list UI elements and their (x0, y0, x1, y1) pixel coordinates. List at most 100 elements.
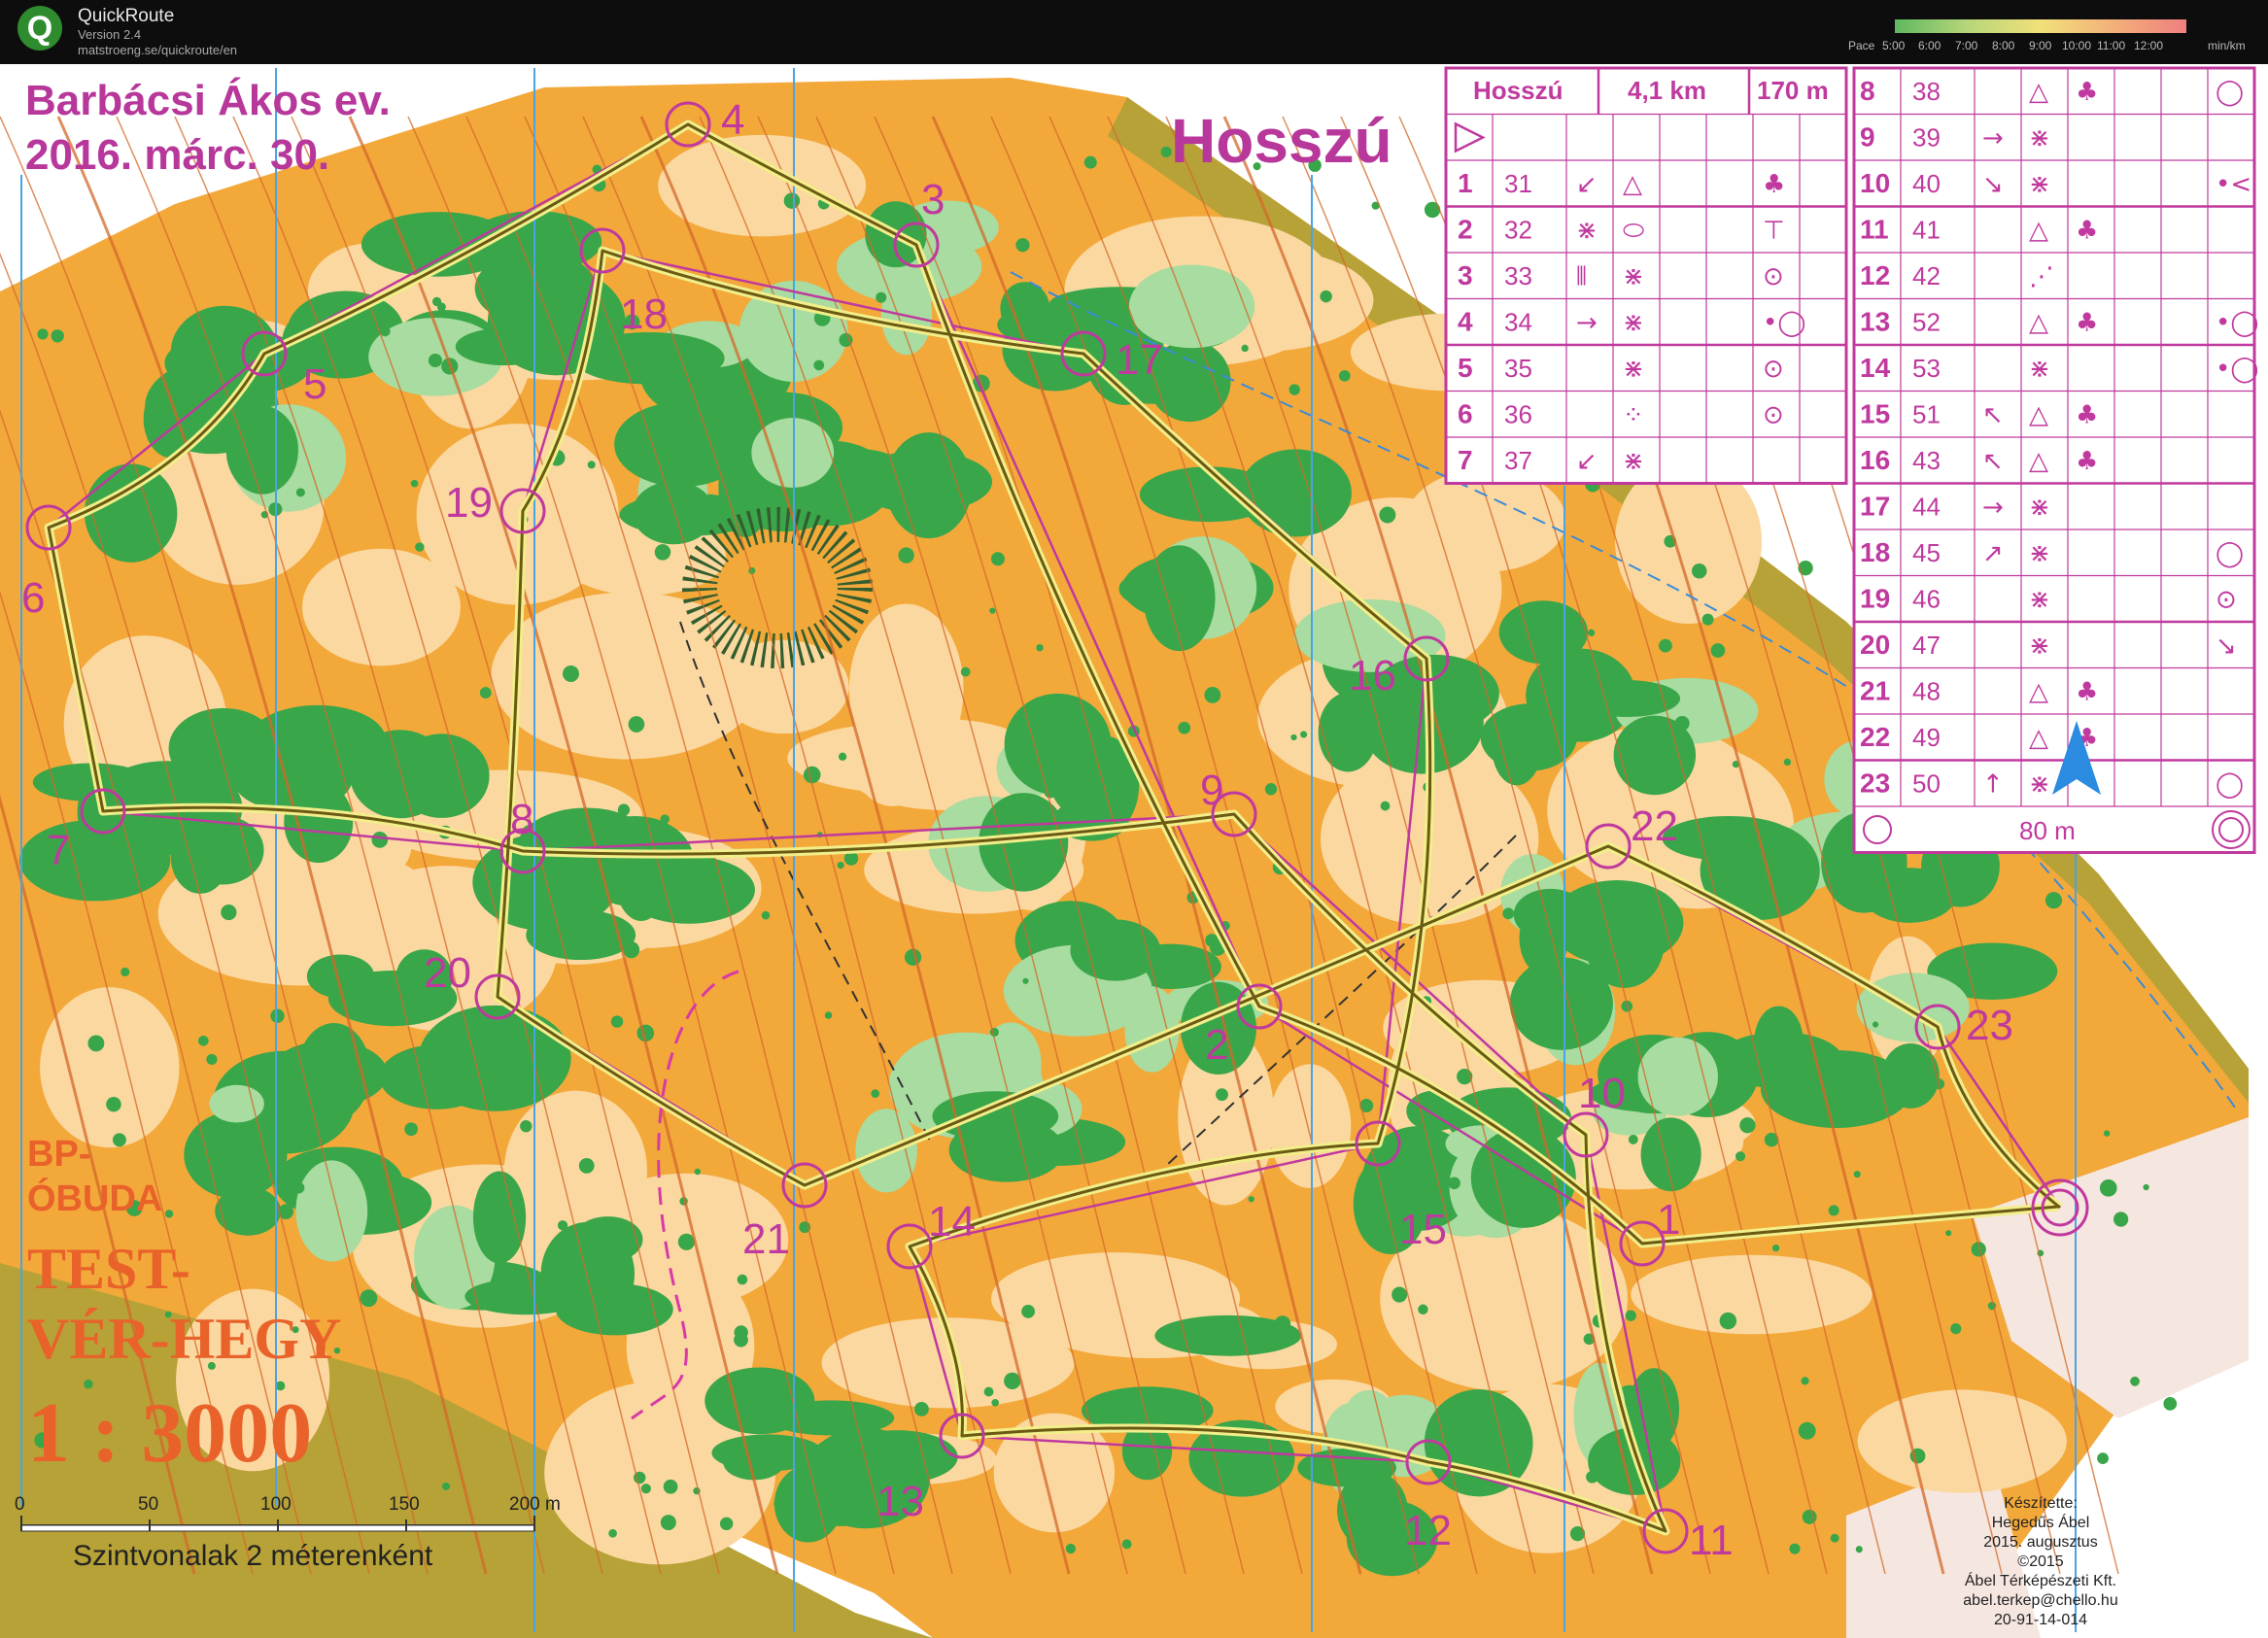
sheet-symbol: ↙ (1576, 447, 1598, 476)
sheet-control-number: 17 (1860, 492, 1890, 522)
vegetation-patch (1480, 703, 1577, 771)
vegetation-patch (225, 405, 298, 495)
single-tree (353, 1157, 367, 1173)
control-number-2: 2 (1205, 1021, 1228, 1069)
single-tree (813, 359, 825, 371)
vegetation-patch (614, 401, 750, 488)
sheet-finish-distance: 80 m (2019, 816, 2076, 845)
vegetation-patch (1143, 545, 1216, 652)
single-tree (1015, 238, 1030, 253)
control-number-1: 1 (1657, 1196, 1680, 1244)
single-tree (543, 1050, 554, 1060)
single-tree (120, 967, 130, 977)
single-tree (1167, 631, 1174, 638)
quickroute-logo-icon: Q (17, 6, 62, 51)
single-tree (2143, 1183, 2149, 1191)
single-tree (1735, 1151, 1746, 1162)
single-tree (2099, 1178, 2117, 1197)
single-tree (660, 814, 670, 824)
sheet-symbol: ⊙ (1763, 401, 1784, 430)
sheet-symbol: •◯ (2216, 309, 2258, 338)
single-tree (537, 351, 554, 366)
app-url[interactable]: matstroeng.se/quickroute/en (78, 43, 237, 57)
single-tree (404, 1122, 418, 1137)
sheet-control-code: 31 (1504, 169, 1532, 198)
sheet-symbol: ⋇ (2029, 770, 2050, 800)
area-line-1: TEST- (27, 1237, 190, 1301)
single-tree (842, 1472, 856, 1485)
vegetation-patch (1760, 1050, 1912, 1128)
control-number-22: 22 (1631, 802, 1678, 850)
single-tree (1289, 384, 1300, 395)
orienteering-map[interactable]: 1234567891011121314 151617181920212223 Ho… (0, 64, 2268, 1638)
sheet-control-code: 39 (1912, 123, 1941, 153)
sheet-symbol: ♣ (2076, 217, 2098, 246)
sheet-symbol: •◯ (1763, 309, 1805, 338)
sheet-control-number: 20 (1860, 630, 1890, 660)
sheet-symbol: △ (2029, 678, 2048, 707)
single-tree (196, 387, 204, 394)
light-open-patch (1631, 1254, 1873, 1335)
single-tree (622, 941, 640, 959)
sheet-control-number: 14 (1860, 353, 1891, 383)
sheet-control-code: 47 (1912, 631, 1941, 660)
single-tree (1539, 1008, 1557, 1025)
vegetation-patch (948, 1117, 1065, 1182)
single-tree (371, 832, 389, 848)
single-tree (991, 1398, 999, 1407)
sheet-control-number: 16 (1860, 445, 1890, 475)
single-tree (221, 904, 237, 921)
single-tree (1828, 1205, 1839, 1216)
single-tree (1121, 1539, 1132, 1550)
sheet-symbol: ♣ (2076, 401, 2098, 430)
scalebar-label: 200 m (509, 1494, 561, 1515)
single-tree (1945, 1230, 1952, 1237)
pace-tick: 7:00 (1955, 39, 1978, 52)
single-tree (983, 1386, 994, 1397)
single-tree (164, 1210, 174, 1218)
single-tree (410, 479, 419, 488)
single-tree (1628, 1134, 1638, 1144)
single-tree (1204, 686, 1221, 703)
vegetation-patch (170, 818, 230, 894)
club-name: BP- ÓBUDA (27, 1132, 162, 1221)
single-tree (1798, 1421, 1816, 1440)
single-tree (734, 1332, 748, 1348)
sheet-control-number: 13 (1860, 307, 1890, 337)
single-tree (1194, 368, 1207, 380)
vegetation-patch (1509, 957, 1613, 1050)
vegetation-patch (84, 463, 178, 563)
sheet-control-code: 51 (1912, 400, 1941, 429)
single-tree (2113, 1211, 2129, 1227)
single-tree (838, 752, 847, 761)
single-tree (1710, 643, 1726, 658)
credit-line: 20-91-14-014 (1993, 1612, 2088, 1628)
single-tree (1739, 1117, 1756, 1134)
single-tree (1290, 734, 1297, 741)
single-tree (1065, 1543, 1077, 1554)
vegetation-patch (572, 331, 725, 385)
single-tree (2045, 892, 2063, 909)
sheet-control-number: 21 (1860, 676, 1890, 706)
control-number-8: 8 (510, 796, 533, 843)
sheet-control-number: 23 (1860, 768, 1890, 799)
single-tree (1379, 506, 1396, 524)
credit-line: Hegedűs Ábel (1991, 1515, 2090, 1531)
single-tree (663, 1479, 678, 1494)
single-tree (1054, 913, 1061, 920)
sheet-symbol: △ (2029, 309, 2048, 338)
single-tree (436, 302, 446, 312)
pace-tick: 6:00 (1918, 39, 1942, 52)
single-tree (311, 340, 321, 350)
map-area-name: TEST- VÉR-HEGY (27, 1234, 341, 1374)
single-tree (1178, 721, 1191, 734)
control-number-17: 17 (1116, 336, 1163, 384)
vegetation-patch (1337, 1471, 1408, 1551)
sheet-control-number: 3 (1458, 260, 1473, 290)
sheet-control-number: 11 (1860, 215, 1889, 245)
sheet-symbol: → (1576, 309, 1598, 338)
light-open-patch (40, 987, 180, 1148)
single-tree (70, 854, 81, 865)
sheet-control-code: 42 (1912, 261, 1941, 290)
sheet-symbol: ♣ (2076, 678, 2098, 707)
